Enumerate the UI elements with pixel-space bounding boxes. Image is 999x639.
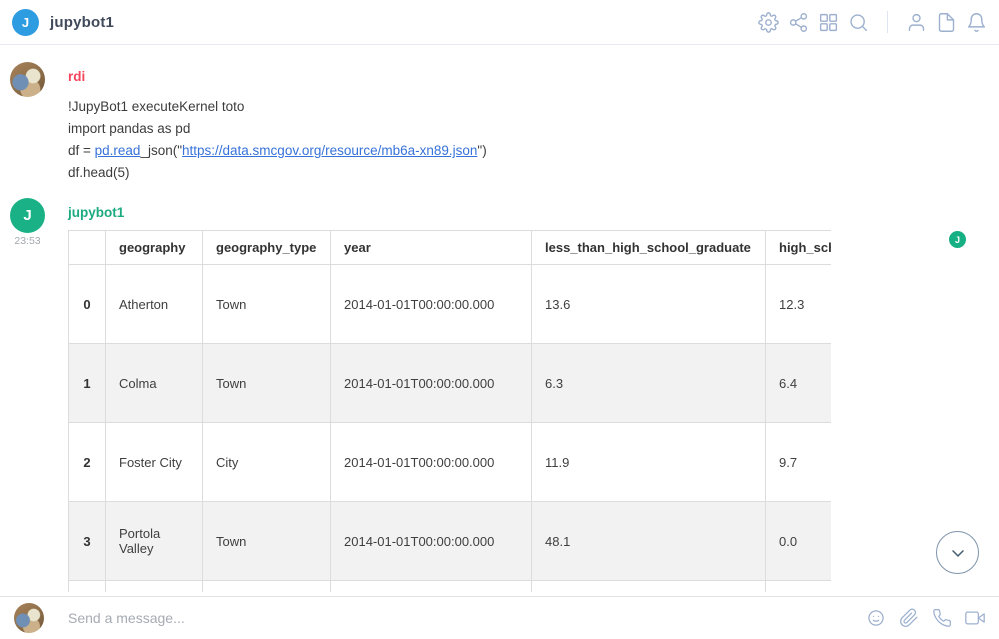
share-icon[interactable]: [788, 12, 809, 33]
message-text: "): [477, 143, 486, 158]
dataframe-table: geographygeography_typeyearless_than_hig…: [68, 230, 831, 592]
message-text: _json(": [140, 143, 182, 158]
table-index-cell: 2: [69, 423, 106, 502]
table-row: 2Foster CityCity2014-01-01T00:00:00.0001…: [69, 423, 832, 502]
message-text: df.head(5): [68, 165, 130, 180]
bot-mini-badge: J: [949, 231, 966, 248]
table-cell: 48.1: [532, 502, 766, 581]
table-header-cell: year: [331, 231, 532, 265]
emoji-icon[interactable]: [866, 608, 886, 628]
channel-avatar: J: [12, 9, 39, 36]
table-cell: Town: [203, 265, 331, 344]
table-index-cell: 3: [69, 502, 106, 581]
message-text: !JupyBot1 executeKernel toto: [68, 99, 244, 114]
message-line: df.head(5): [68, 162, 487, 184]
paperclip-icon[interactable]: [899, 608, 919, 628]
table-cell: 2014-01-01T00:00:00.000: [331, 265, 532, 344]
message-rdi: rdi !JupyBot1 executeKernel toto import p…: [0, 62, 999, 202]
composer-actions: [866, 608, 985, 628]
table-cell: 6.4: [766, 344, 832, 423]
table-cell: Town: [203, 344, 331, 423]
table-cell: [106, 581, 203, 593]
table-cell: 13.6: [532, 265, 766, 344]
message-line: !JupyBot1 executeKernel toto: [68, 96, 487, 118]
chevron-down-icon: [948, 543, 968, 563]
header-actions: [758, 11, 987, 33]
table-cell: 0.0: [766, 502, 832, 581]
message-text: import pandas as pd: [68, 121, 190, 136]
table-row: 0AthertonTown2014-01-01T00:00:00.00013.6…: [69, 265, 832, 344]
channel-header: J jupybot1: [0, 0, 999, 45]
message-author[interactable]: jupybot1: [68, 205, 124, 220]
message-list: rdi !JupyBot1 executeKernel toto import p…: [0, 45, 999, 596]
message-author[interactable]: rdi: [68, 69, 85, 84]
message-link[interactable]: pd.read: [95, 143, 141, 158]
table-cell: [331, 581, 532, 593]
table-index-cell: 0: [69, 265, 106, 344]
composer-avatar: [14, 603, 44, 633]
table-header-row: geographygeography_typeyearless_than_hig…: [69, 231, 832, 265]
message-input[interactable]: [68, 610, 856, 626]
table-cell: 6.3: [532, 344, 766, 423]
table-header-cell: geography_type: [203, 231, 331, 265]
table-cell: 9.7: [766, 423, 832, 502]
table-cell: Colma: [106, 344, 203, 423]
table-index-cell: 4: [69, 581, 106, 593]
scroll-to-bottom-button[interactable]: [936, 531, 979, 574]
bell-icon[interactable]: [966, 12, 987, 33]
message-body: !JupyBot1 executeKernel toto import panda…: [68, 96, 487, 184]
message-link[interactable]: https://data.smcgov.org/resource/mb6a-xn…: [182, 143, 477, 158]
table-cell: Atherton: [106, 265, 203, 344]
table-header-cell: less_than_high_school_graduate: [532, 231, 766, 265]
table-header-cell: high_school_graduate: [766, 231, 832, 265]
avatar-jupybot1[interactable]: J: [10, 198, 45, 233]
dataframe-table-container: geographygeography_typeyearless_than_hig…: [68, 230, 831, 592]
table-cell: 2014-01-01T00:00:00.000: [331, 423, 532, 502]
avatar-rdi[interactable]: [10, 62, 45, 97]
table-cell: [766, 581, 832, 593]
table-cell: Portola Valley: [106, 502, 203, 581]
channel-title[interactable]: jupybot1: [50, 14, 114, 31]
gear-icon[interactable]: [758, 12, 779, 33]
table-index-cell: 1: [69, 344, 106, 423]
message-line: df = pd.read_json("https://data.smcgov.o…: [68, 140, 487, 162]
phone-icon[interactable]: [932, 608, 952, 628]
user-icon[interactable]: [906, 12, 927, 33]
table-cell: [203, 581, 331, 593]
table-header-cell: [69, 231, 106, 265]
apps-icon[interactable]: [818, 12, 839, 33]
message-line: import pandas as pd: [68, 118, 487, 140]
table-header-cell: geography: [106, 231, 203, 265]
video-icon[interactable]: [965, 608, 985, 628]
table-cell: 12.3: [766, 265, 832, 344]
table-cell: Town: [203, 502, 331, 581]
table-cell: 11.9: [532, 423, 766, 502]
table-row: 1ColmaTown2014-01-01T00:00:00.0006.36.4: [69, 344, 832, 423]
table-cell: City: [203, 423, 331, 502]
message-timestamp: 23:53: [10, 235, 45, 247]
table-cell: 2014-01-01T00:00:00.000: [331, 502, 532, 581]
header-divider: [887, 11, 888, 33]
table-row: 4: [69, 581, 832, 593]
message-text: df =: [68, 143, 95, 158]
search-icon[interactable]: [848, 12, 869, 33]
table-row: 3Portola ValleyTown2014-01-01T00:00:00.0…: [69, 502, 832, 581]
table-cell: [532, 581, 766, 593]
message-composer: [0, 596, 999, 639]
table-cell: 2014-01-01T00:00:00.000: [331, 344, 532, 423]
table-cell: Foster City: [106, 423, 203, 502]
file-icon[interactable]: [936, 12, 957, 33]
